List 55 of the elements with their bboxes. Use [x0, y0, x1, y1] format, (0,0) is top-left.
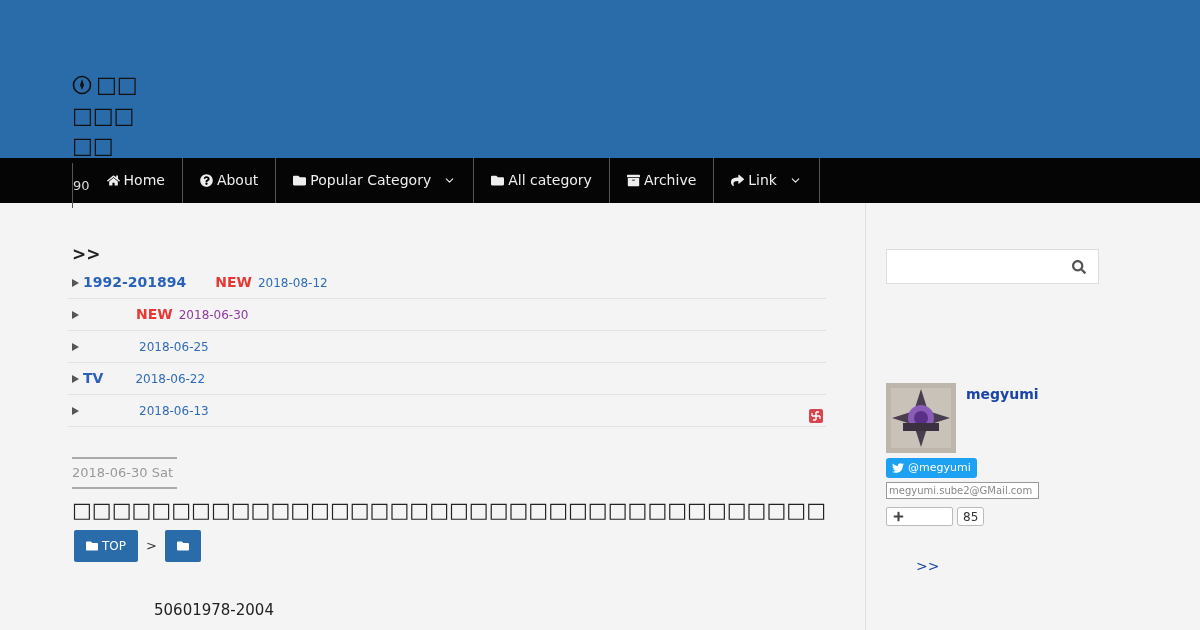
folder-icon: [293, 174, 307, 187]
follow-button[interactable]: [886, 507, 953, 526]
post-link[interactable]: 2018-06-13: [83, 401, 209, 420]
bullet-icon: [72, 278, 79, 287]
post-date: 2018-08-12: [257, 274, 328, 292]
nav-item[interactable]: Popular Category: [276, 158, 475, 203]
site-title[interactable]: □□□: [72, 104, 135, 128]
breadcrumb-button[interactable]: TOP: [74, 529, 138, 562]
folder-icon: [176, 539, 189, 552]
nav-item[interactable]: All category: [474, 158, 610, 203]
post-date: 2018-06-13: [139, 402, 209, 420]
folder-icon: [491, 174, 505, 187]
bullet-icon: [72, 342, 79, 351]
post-date: 2018-06-25: [139, 338, 209, 356]
nav-item[interactable]: About: [182, 158, 277, 203]
site-title[interactable]: □□: [96, 72, 138, 98]
bird-icon: [892, 462, 904, 474]
post-link[interactable]: 2018-06-25: [83, 337, 209, 356]
new-label: NEW: [136, 305, 173, 324]
archive-icon: [626, 174, 640, 187]
more-link[interactable]: >>: [916, 556, 940, 577]
post-date: 2018-06-30 Sat: [72, 457, 177, 489]
nav-item[interactable]: Home: [89, 158, 183, 203]
section-heading: >>: [71, 243, 102, 266]
post-body: 50601978-2004: [153, 599, 275, 621]
pen-icon: [72, 75, 92, 95]
post-date: 2018-06-22: [135, 370, 206, 388]
post-title: □□□□□□□□□□□□□□□□□□□□□□□□□□□□□□□□□□□□□□: [71, 496, 826, 524]
email-image: megyumi.sube2@GMail.com: [886, 482, 1039, 499]
nav-item[interactable]: Archive: [609, 158, 715, 203]
bullet-icon: [72, 406, 79, 415]
folder-icon: [86, 539, 98, 552]
twitter-button[interactable]: @megyumi: [886, 458, 977, 478]
new-label: NEW: [215, 273, 252, 292]
profile-name[interactable]: megyumi: [966, 384, 1039, 405]
breadcrumb-button[interactable]: [164, 529, 201, 562]
breadcrumb-separator: >: [146, 536, 157, 555]
share-icon: [731, 174, 745, 187]
post-link[interactable]: TV 2018-06-22: [83, 368, 206, 389]
search-icon[interactable]: [1072, 259, 1086, 274]
plus-icon: [893, 511, 904, 522]
bullet-icon: [72, 310, 79, 319]
follow-count: 85: [957, 507, 985, 526]
post-count: 90: [72, 163, 90, 208]
home-icon: [106, 174, 120, 187]
nav-item[interactable]: Link: [714, 158, 820, 203]
post-title[interactable]: TV: [83, 368, 104, 389]
bullet-icon: [72, 374, 79, 383]
search-field[interactable]: [886, 249, 1099, 284]
post-title[interactable]: 1992-201894: [83, 272, 187, 293]
post-link[interactable]: NEW 2018-06-30: [83, 304, 249, 325]
site-title[interactable]: □□: [72, 134, 114, 158]
post-link[interactable]: 1992-201894 NEW 2018-08-12: [83, 272, 328, 293]
question-icon: [199, 174, 213, 187]
post-date: 2018-06-30: [178, 306, 249, 324]
